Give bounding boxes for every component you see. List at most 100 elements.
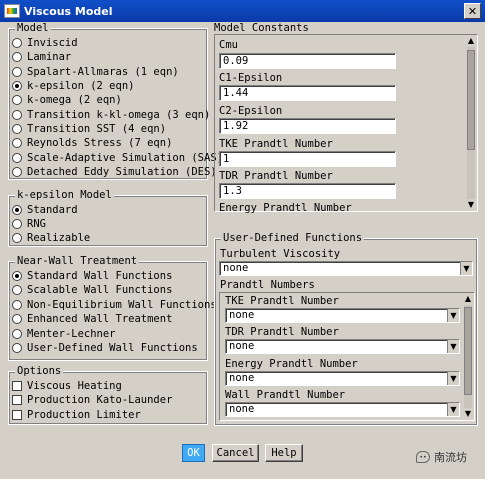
turbulent-viscosity-label: Turbulent Viscosity <box>220 248 341 260</box>
wechat-icon: •• <box>416 451 430 463</box>
constant-input-c2-epsilon[interactable]: 1.92 <box>219 118 396 134</box>
constants-scrollbar[interactable]: ▲ ▼ <box>465 36 477 210</box>
udf-tke-prandtl-value: none <box>229 309 255 321</box>
udf-wall-prandtl-label: Wall Prandtl Number <box>225 389 346 401</box>
wall-option-enhanced[interactable]: Enhanced Wall Treatment <box>12 312 172 326</box>
radio-icon <box>12 138 22 148</box>
wall-option-menter-lechner[interactable]: Menter-Lechner <box>12 327 116 341</box>
constant-input-tdr-prandtl[interactable]: 1.3 <box>219 183 396 199</box>
prandtl-numbers-label: Prandtl Numbers <box>220 279 315 291</box>
options-group: Options Viscous Heating Production Kato-… <box>8 365 208 425</box>
radio-selected-icon <box>12 81 22 91</box>
chevron-down-icon[interactable]: ▼ <box>447 309 459 322</box>
near-wall-group: Near-Wall Treatment Standard Wall Functi… <box>8 255 217 361</box>
udf-tdr-prandtl-label: TDR Prandtl Number <box>225 326 339 338</box>
radio-icon <box>12 38 22 48</box>
help-button[interactable]: Help <box>265 444 303 462</box>
udf-tdr-prandtl-value: none <box>229 340 255 352</box>
radio-icon <box>12 67 22 77</box>
ok-button[interactable]: OK <box>182 444 205 462</box>
scroll-down-icon[interactable]: ▼ <box>462 409 474 419</box>
prandtl-scrollbar[interactable]: ▲ ▼ <box>462 294 474 419</box>
options-group-label: Options <box>15 365 64 377</box>
model-constants-panel: Cmu 0.09 C1-Epsilon 1.44 C2-Epsilon 1.92… <box>214 34 478 214</box>
udf-wall-prandtl-select[interactable]: none ▼ <box>225 402 460 417</box>
title-bar: Viscous Model ✕ <box>0 0 485 22</box>
constant-label-c2-epsilon: C2-Epsilon <box>219 105 283 117</box>
radio-selected-icon <box>12 271 22 281</box>
model-option-laminar[interactable]: Laminar <box>12 50 71 64</box>
k-epsilon-group-label: k-epsilon Model <box>15 189 114 201</box>
model-option-transition-sst[interactable]: Transition SST (4 eqn) <box>12 122 166 136</box>
prandtl-numbers-panel: TKE Prandtl Number none ▼ TDR Prandtl Nu… <box>219 292 475 421</box>
window-title: Viscous Model <box>24 4 113 18</box>
udf-tke-prandtl-label: TKE Prandtl Number <box>225 295 339 307</box>
udf-tke-prandtl-select[interactable]: none ▼ <box>225 308 460 323</box>
watermark: •• 南流坊 <box>416 449 467 465</box>
radio-icon <box>12 167 22 177</box>
model-option-k-omega[interactable]: k-omega (2 eqn) <box>12 93 122 107</box>
model-group-label: Model <box>15 22 51 34</box>
k-epsilon-option-realizable[interactable]: Realizable <box>12 231 90 245</box>
close-button[interactable]: ✕ <box>464 3 481 19</box>
model-option-spalart[interactable]: Spalart-Allmaras (1 eqn) <box>12 65 179 79</box>
turbulent-viscosity-value: none <box>223 262 249 274</box>
checkbox-icon <box>12 395 22 405</box>
radio-icon <box>12 153 22 163</box>
wall-option-scalable[interactable]: Scalable Wall Functions <box>12 283 172 297</box>
watermark-text: 南流坊 <box>434 451 467 464</box>
radio-icon <box>12 285 22 295</box>
scroll-up-icon[interactable]: ▲ <box>465 36 477 46</box>
chevron-down-icon[interactable]: ▼ <box>447 403 459 416</box>
wall-option-non-equilibrium[interactable]: Non-Equilibrium Wall Functions <box>12 298 217 312</box>
option-production-limiter[interactable]: Production Limiter <box>12 408 141 422</box>
udf-energy-prandtl-label: Energy Prandtl Number <box>225 358 358 370</box>
scroll-thumb[interactable] <box>467 50 475 150</box>
wall-option-standard[interactable]: Standard Wall Functions <box>12 269 172 283</box>
model-option-k-epsilon[interactable]: k-epsilon (2 eqn) <box>12 79 134 93</box>
cancel-button[interactable]: Cancel <box>212 444 259 462</box>
constant-label-tdr-prandtl: TDR Prandtl Number <box>219 170 333 182</box>
model-option-reynolds-stress[interactable]: Reynolds Stress (7 eqn) <box>12 136 172 150</box>
udf-group: User-Defined Functions Turbulent Viscosi… <box>214 232 478 426</box>
udf-tdr-prandtl-select[interactable]: none ▼ <box>225 339 460 354</box>
udf-energy-prandtl-value: none <box>229 372 255 384</box>
radio-selected-icon <box>12 205 22 215</box>
scroll-thumb[interactable] <box>464 307 472 395</box>
chevron-down-icon[interactable]: ▼ <box>447 372 459 385</box>
scroll-down-icon[interactable]: ▼ <box>465 200 477 210</box>
model-option-des[interactable]: Detached Eddy Simulation (DES) <box>12 165 217 179</box>
turbulent-viscosity-select[interactable]: none ▼ <box>219 261 473 276</box>
app-icon <box>4 4 20 18</box>
constant-label-tke-prandtl: TKE Prandtl Number <box>219 138 333 150</box>
model-option-sas[interactable]: Scale-Adaptive Simulation (SAS) <box>12 151 223 165</box>
radio-icon <box>12 110 22 120</box>
constant-input-cmu[interactable]: 0.09 <box>219 53 396 69</box>
model-group: Model Inviscid Laminar Spalart-Allmaras … <box>8 22 223 180</box>
radio-icon <box>12 219 22 229</box>
radio-icon <box>12 233 22 243</box>
model-option-inviscid[interactable]: Inviscid <box>12 36 78 50</box>
udf-energy-prandtl-select[interactable]: none ▼ <box>225 371 460 386</box>
chevron-down-icon[interactable]: ▼ <box>460 262 472 275</box>
radio-icon <box>12 52 22 62</box>
radio-icon <box>12 329 22 339</box>
udf-group-label: User-Defined Functions <box>221 232 365 244</box>
model-constants-label: Model Constants <box>214 22 309 34</box>
chevron-down-icon[interactable]: ▼ <box>447 340 459 353</box>
model-option-transition-kkl[interactable]: Transition k-kl-omega (3 eqn) <box>12 108 210 122</box>
constant-input-tke-prandtl[interactable]: 1 <box>219 151 396 167</box>
checkbox-icon <box>12 381 22 391</box>
wall-option-user-defined[interactable]: User-Defined Wall Functions <box>12 341 198 355</box>
constant-input-c1-epsilon[interactable]: 1.44 <box>219 85 396 101</box>
radio-icon <box>12 300 22 310</box>
scroll-up-icon[interactable]: ▲ <box>462 294 474 304</box>
k-epsilon-option-standard[interactable]: Standard <box>12 203 78 217</box>
k-epsilon-option-rng[interactable]: RNG <box>12 217 46 231</box>
option-production-kato-launder[interactable]: Production Kato-Launder <box>12 393 172 407</box>
constant-label-c1-epsilon: C1-Epsilon <box>219 72 283 84</box>
radio-icon <box>12 95 22 105</box>
radio-icon <box>12 314 22 324</box>
option-viscous-heating[interactable]: Viscous Heating <box>12 379 122 393</box>
radio-icon <box>12 124 22 134</box>
